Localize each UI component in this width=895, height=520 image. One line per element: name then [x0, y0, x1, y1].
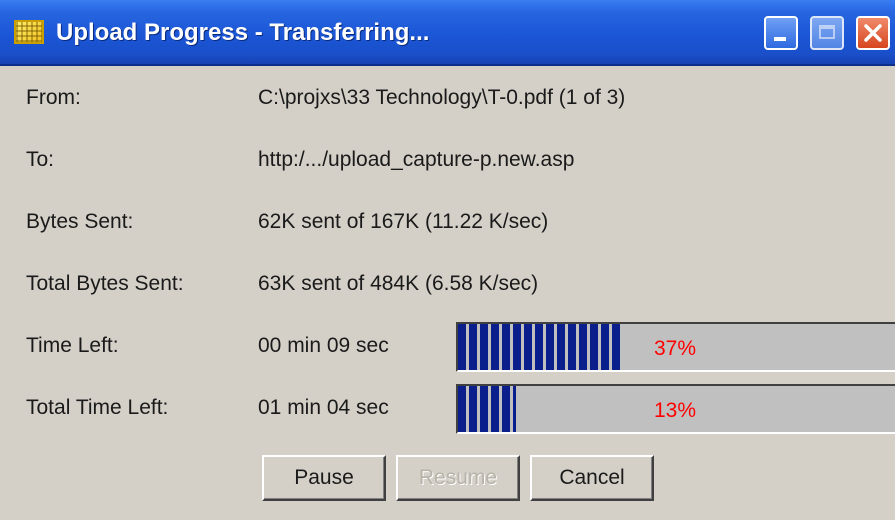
cancel-button[interactable]: Cancel — [530, 455, 654, 501]
total-progress-percent: 13% — [654, 399, 697, 422]
close-button[interactable] — [856, 16, 890, 50]
from-value: C:\projxs\33 Technology\T-0.pdf (1 of 3) — [258, 86, 626, 109]
file-progress-bar: 37% — [456, 322, 895, 372]
app-icon — [14, 20, 44, 44]
pause-button[interactable]: Pause — [262, 455, 386, 501]
total-progress-fill — [458, 386, 516, 432]
to-label: To: — [26, 148, 55, 171]
bytes-sent-value: 62K sent of 167K (11.22 K/sec) — [258, 210, 549, 233]
minimize-button[interactable] — [764, 16, 798, 50]
to-value: http:/.../upload_capture-p.new.asp — [258, 148, 575, 171]
total-bytes-sent-value: 63K sent of 484K (6.58 K/sec) — [258, 272, 539, 295]
file-progress-percent: 37% — [654, 337, 697, 360]
resume-button[interactable]: Resume — [396, 455, 520, 501]
maximize-button[interactable] — [810, 16, 844, 50]
bytes-sent-label: Bytes Sent: — [26, 210, 134, 233]
close-icon — [864, 24, 882, 42]
total-progress-bar: 13% — [456, 384, 895, 434]
total-time-left-value: 01 min 04 sec — [258, 396, 389, 419]
total-time-left-label: Total Time Left: — [26, 396, 169, 419]
total-bytes-sent-label: Total Bytes Sent: — [26, 272, 184, 295]
file-progress-fill — [458, 324, 623, 370]
upload-progress-window: Upload Progress - Transferring... From: … — [0, 0, 895, 520]
window-title: Upload Progress - Transferring... — [56, 19, 430, 46]
from-label: From: — [26, 86, 81, 109]
time-left-value: 00 min 09 sec — [258, 334, 389, 357]
title-bar[interactable]: Upload Progress - Transferring... — [0, 0, 895, 66]
time-left-label: Time Left: — [26, 334, 119, 357]
